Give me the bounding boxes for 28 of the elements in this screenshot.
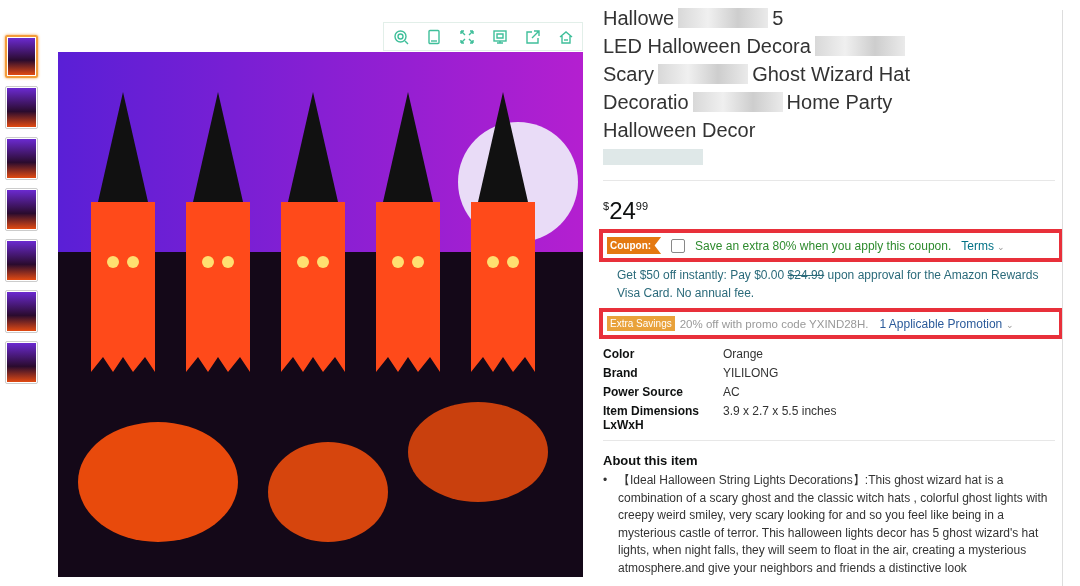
spec-value: YILILONG bbox=[723, 366, 780, 380]
bullet-marker: • bbox=[603, 472, 609, 489]
spec-value: 3.9 x 2.7 x 5.5 inches bbox=[723, 404, 838, 420]
spec-label: Color bbox=[603, 347, 636, 361]
spec-label: Power Source bbox=[603, 385, 685, 399]
product-thumbnail[interactable] bbox=[5, 35, 38, 78]
coupon-badge: Coupon: bbox=[607, 237, 662, 254]
spec-label: Brand bbox=[603, 366, 639, 380]
feature-bullet: 【Ideal Halloween String Lights Decorations】:This ghost wizard hat is a combination of a scary ghost and the classic witch hats , colorful ghost lights with creepy weird smiley, very scary looking for and so you feel like being in a mysterious castle of terror. This halloween lights decor has 5 ghost wizard's hat lights, when night falls, they will seem to float in the air, creating a mysterious atmosphere.and give your neighbors and friends a distinctive look bbox=[618, 472, 1049, 577]
product-thumbnail[interactable] bbox=[5, 341, 38, 384]
extra-savings-badge: Extra Savings bbox=[607, 316, 675, 331]
product-thumbnail[interactable] bbox=[5, 239, 38, 282]
about-heading: About this item bbox=[603, 453, 699, 468]
terms-link[interactable]: Terms ⌄ bbox=[961, 238, 1006, 253]
coupon-text: Save an extra 80% when you apply this coupon. bbox=[695, 238, 952, 253]
promo-text: 20% off with promo code YXIND28H. bbox=[679, 317, 869, 330]
spec-label: Item Dimensions LxWxH bbox=[603, 404, 701, 432]
spec-value: Orange bbox=[723, 347, 765, 361]
card-offer-text: Get $50 off instantly: Pay $0.00 $24.99 upon approval for the Amazon Rewards Visa Card. No annual fee. bbox=[617, 267, 1040, 302]
product-thumbnail[interactable] bbox=[5, 86, 38, 129]
product-thumbnail[interactable] bbox=[5, 137, 38, 180]
promotion-link[interactable]: 1 Applicable Promotion ⌄ bbox=[879, 316, 1014, 331]
price: $^{$}$24$^{99}$ bbox=[603, 199, 650, 223]
spec-value: AC bbox=[723, 385, 741, 399]
product-thumbnail[interactable] bbox=[5, 290, 38, 333]
product-title-drawing: Hallowe 5 LED Halloween Decora Scary Ghost Wizard Hat Decoratio Home Party Halloween Decor bbox=[603, 4, 1055, 172]
coupon-checkbox[interactable] bbox=[671, 238, 686, 253]
product-thumbnail[interactable] bbox=[5, 188, 38, 231]
